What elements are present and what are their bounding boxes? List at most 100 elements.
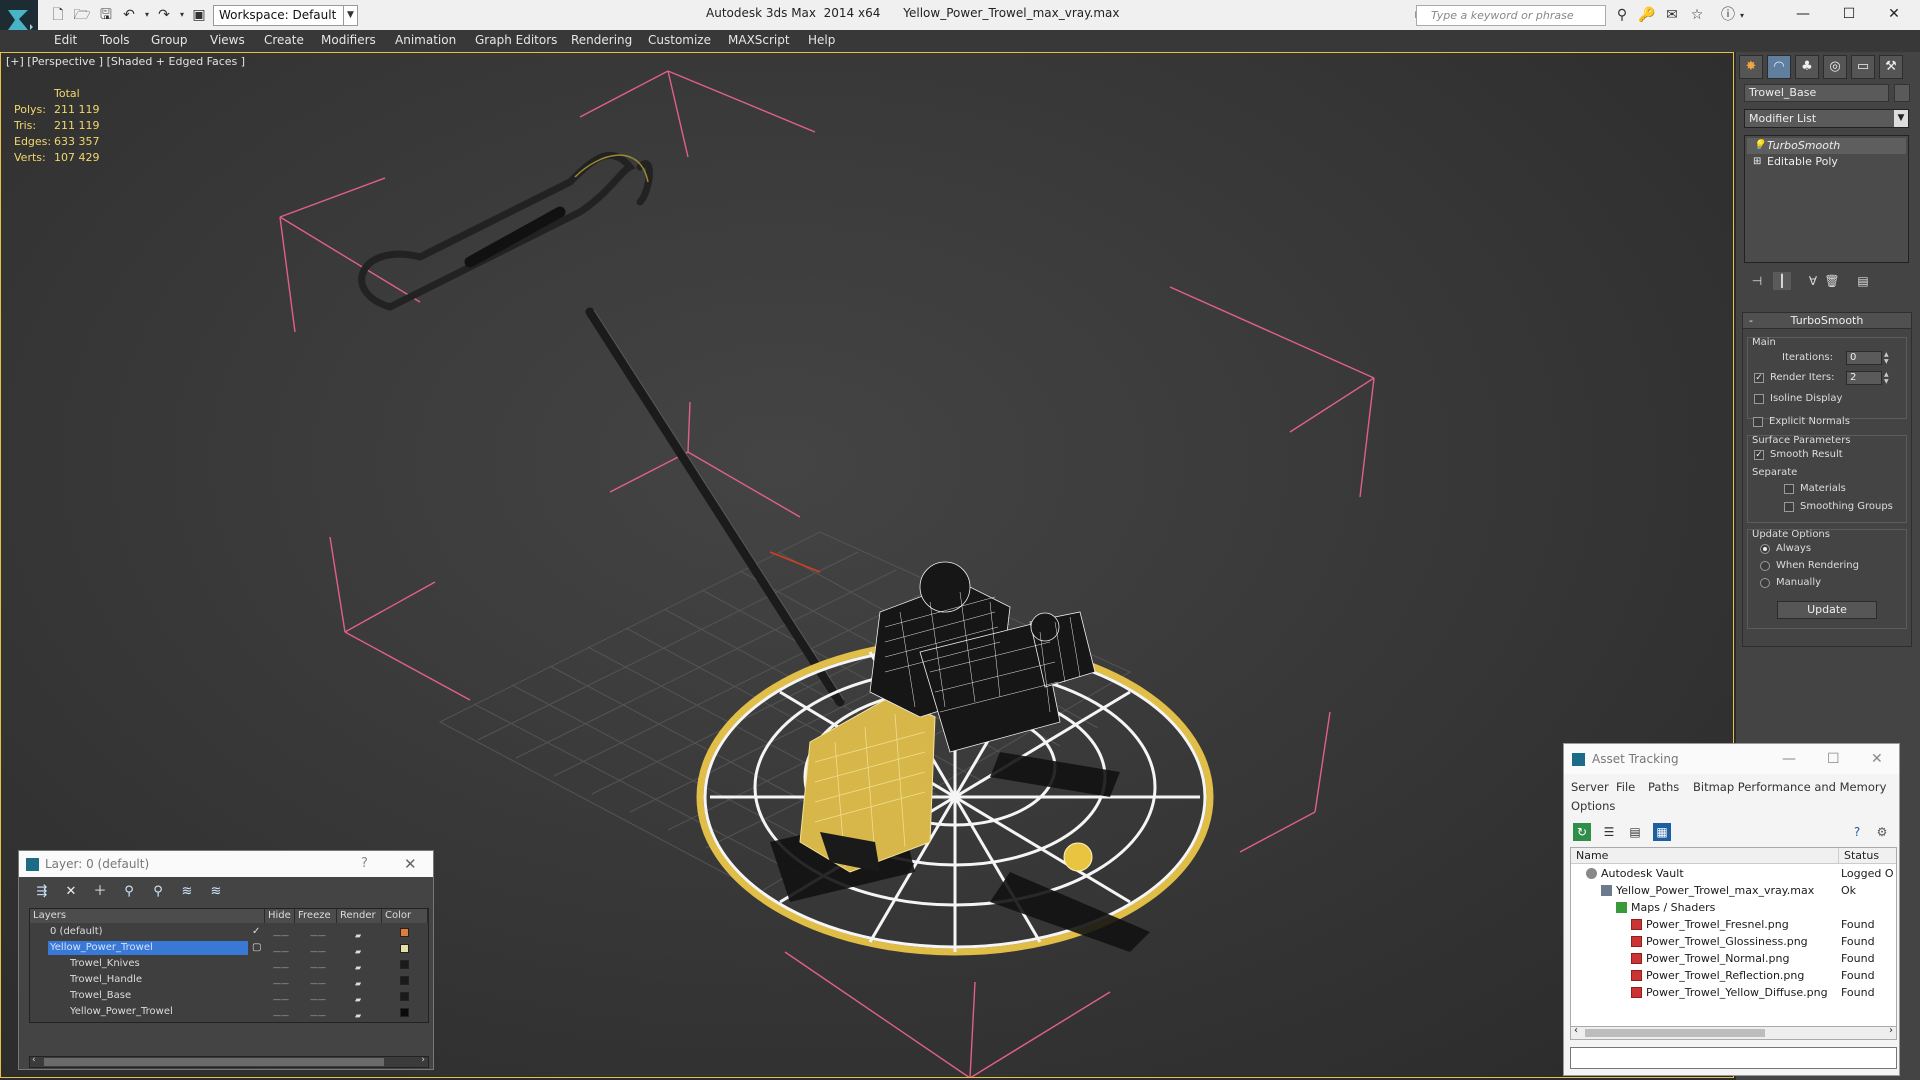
column-header[interactable]: Layers [30, 909, 265, 923]
column-header[interactable]: Render [337, 909, 382, 923]
remove-modifier-icon[interactable]: 🗑 [1823, 272, 1841, 290]
detail-view-icon[interactable]: ▤ [1626, 823, 1644, 841]
layer-name[interactable]: 0 (default) [48, 925, 103, 939]
spinner-arrows-icon[interactable]: ▲ ▼ [1884, 351, 1892, 365]
chevron-down-icon[interactable]: ▼ [1894, 110, 1908, 127]
create-layer-icon[interactable]: ⇶ [33, 883, 51, 901]
layer-row[interactable]: Trowel_Base —— —— ▰ [30, 988, 428, 1004]
subscription-icon[interactable]: 🔑 [1638, 7, 1656, 24]
hierarchy-tab-icon[interactable]: ♣ [1795, 55, 1819, 79]
menu-customize[interactable]: Customize [648, 33, 711, 47]
menu-tools[interactable]: Tools [100, 33, 130, 47]
delete-layer-icon[interactable]: ✕ [62, 883, 80, 901]
layer-row[interactable]: Trowel_Handle —— —— ▰ [30, 972, 428, 988]
asset-row[interactable]: Autodesk Vault Logged O [1571, 865, 1896, 882]
materials-checkbox[interactable] [1784, 484, 1794, 494]
layer-name[interactable]: Trowel_Handle [68, 973, 142, 987]
spinner-arrows-icon[interactable]: ▲ ▼ [1884, 371, 1892, 385]
select-box-icon[interactable]: ▢ [252, 940, 261, 956]
menu-paths[interactable]: Paths [1648, 780, 1679, 794]
minimize-icon[interactable]: — [1782, 744, 1796, 774]
favorites-star-icon[interactable]: ☆ [1688, 7, 1706, 24]
menu-animation[interactable]: Animation [395, 33, 456, 47]
layer-row[interactable]: Trowel_Knives —— —— ▰ [30, 956, 428, 972]
project-folder-icon[interactable]: ▣ [190, 6, 208, 24]
refresh-icon[interactable]: ↻ [1573, 823, 1591, 841]
layer-color-swatch[interactable] [400, 960, 409, 969]
menu-group[interactable]: Group [151, 33, 188, 47]
scroll-right-icon[interactable]: › [1889, 1025, 1893, 1036]
menu-views[interactable]: Views [210, 33, 245, 47]
asset-row[interactable]: Yellow_Power_Trowel_max_vray.max Ok [1571, 882, 1896, 899]
asset-row[interactable]: Power_Trowel_Yellow_Diffuse.png Found [1571, 984, 1896, 1001]
layer-color-swatch[interactable] [400, 976, 409, 985]
rollout-header[interactable]: - TurboSmooth [1743, 313, 1911, 329]
render-iters-checkbox[interactable]: ✓ [1754, 373, 1764, 383]
make-unique-icon[interactable]: ∀ [1804, 272, 1822, 290]
stack-item-turbosmooth[interactable]: 💡 TurboSmooth [1747, 138, 1906, 154]
dialog-title-bar[interactable]: Asset Tracking — ☐ ✕ [1564, 744, 1899, 774]
search-input[interactable]: Type a keyword or phrase [1416, 5, 1606, 26]
maximize-icon[interactable]: ☐ [1827, 3, 1871, 25]
layer-name[interactable]: Yellow_Power_Trowel [48, 941, 248, 955]
update-button[interactable]: Update [1777, 601, 1877, 619]
layer-row[interactable]: Yellow_Power_Trowel —— —— ▰ [30, 1004, 428, 1020]
asset-row[interactable]: Power_Trowel_Glossiness.png Found [1571, 933, 1896, 950]
smooth-result-checkbox[interactable]: ✓ [1754, 450, 1764, 460]
layer-row[interactable]: 0 (default) ✓ —— —— ▰ [30, 924, 428, 940]
undo-dropdown-icon[interactable]: ▾ [138, 6, 156, 24]
list-view-icon[interactable]: ☰ [1600, 823, 1618, 841]
scroll-left-icon[interactable]: ‹ [32, 1055, 36, 1065]
layer-name[interactable]: Yellow_Power_Trowel [68, 1005, 173, 1019]
smoothing-groups-checkbox[interactable] [1784, 502, 1794, 512]
configure-modifier-sets-icon[interactable]: ▤ [1854, 272, 1872, 290]
undo-icon[interactable]: ↶ [120, 6, 138, 24]
hide-all-layers-icon[interactable]: ≋ [178, 883, 196, 901]
collapse-icon[interactable]: - [1749, 313, 1753, 329]
add-to-layer-icon[interactable]: ＋ [91, 883, 109, 901]
scroll-left-icon[interactable]: ‹ [1574, 1025, 1578, 1036]
menu-modifiers[interactable]: Modifiers [321, 33, 376, 47]
display-tab-icon[interactable]: ▭ [1851, 55, 1875, 79]
layer-color-swatch[interactable] [400, 1008, 409, 1017]
scroll-thumb[interactable] [1585, 1029, 1765, 1037]
create-tab-icon[interactable]: ✸ [1739, 55, 1763, 79]
close-icon[interactable]: ✕ [1872, 3, 1916, 25]
column-header[interactable]: Hide [265, 909, 295, 923]
horizontal-scrollbar[interactable]: ‹ › [29, 1055, 429, 1068]
menu-help[interactable]: Help [808, 33, 835, 47]
motion-tab-icon[interactable]: ◎ [1823, 55, 1847, 79]
save-icon[interactable]: 🖫 [97, 6, 115, 24]
table-view-icon[interactable]: ▦ [1653, 823, 1671, 841]
menu-edit[interactable]: Edit [54, 33, 77, 47]
close-icon[interactable]: ✕ [404, 851, 417, 877]
redo-dropdown-icon[interactable]: ▾ [173, 6, 191, 24]
always-radio[interactable] [1760, 544, 1770, 554]
horizontal-scrollbar[interactable]: ‹ › [1570, 1025, 1897, 1040]
asset-row[interactable]: Maps / Shaders [1571, 899, 1896, 916]
modifier-list-dropdown[interactable]: Modifier List [1744, 109, 1909, 128]
pin-stack-icon[interactable]: ⊣ [1748, 272, 1766, 290]
layer-color-swatch[interactable] [400, 944, 409, 953]
manually-radio[interactable] [1760, 578, 1770, 588]
column-header[interactable]: Name [1571, 848, 1839, 864]
asset-path-field[interactable] [1570, 1047, 1897, 1069]
menu-maxscript[interactable]: MAXScript [728, 33, 790, 47]
menu-bitmap-performance[interactable]: Bitmap Performance and Memory [1693, 780, 1886, 794]
dialog-title-bar[interactable]: Layer: 0 (default) ? ✕ [19, 851, 433, 877]
render-iters-spinner[interactable]: 2 [1846, 371, 1882, 385]
communication-icon[interactable]: ✉ [1663, 7, 1681, 24]
expand-plus-icon[interactable]: ⊞ [1753, 154, 1761, 170]
layer-row[interactable]: Yellow_Power_Trowel ▢ —— —— ▰ [30, 940, 428, 956]
redo-icon[interactable]: ↷ [155, 6, 173, 24]
column-header[interactable]: Freeze [295, 909, 337, 923]
open-folder-icon[interactable]: 🗁 [73, 6, 91, 24]
iterations-spinner[interactable]: 0 [1846, 351, 1882, 365]
lightbulb-icon[interactable]: 💡 [1753, 138, 1765, 154]
workspace-dropdown[interactable]: Workspace: Default [213, 5, 358, 26]
menu-server[interactable]: Server [1571, 780, 1609, 794]
viewport-label[interactable]: [+] [Perspective ] [Shaded + Edged Faces… [6, 55, 245, 68]
help-button[interactable]: ? [361, 851, 368, 877]
hide-toggle[interactable]: —— [273, 1008, 289, 1024]
highlight-selected-icon[interactable]: ⚲ [149, 883, 167, 901]
